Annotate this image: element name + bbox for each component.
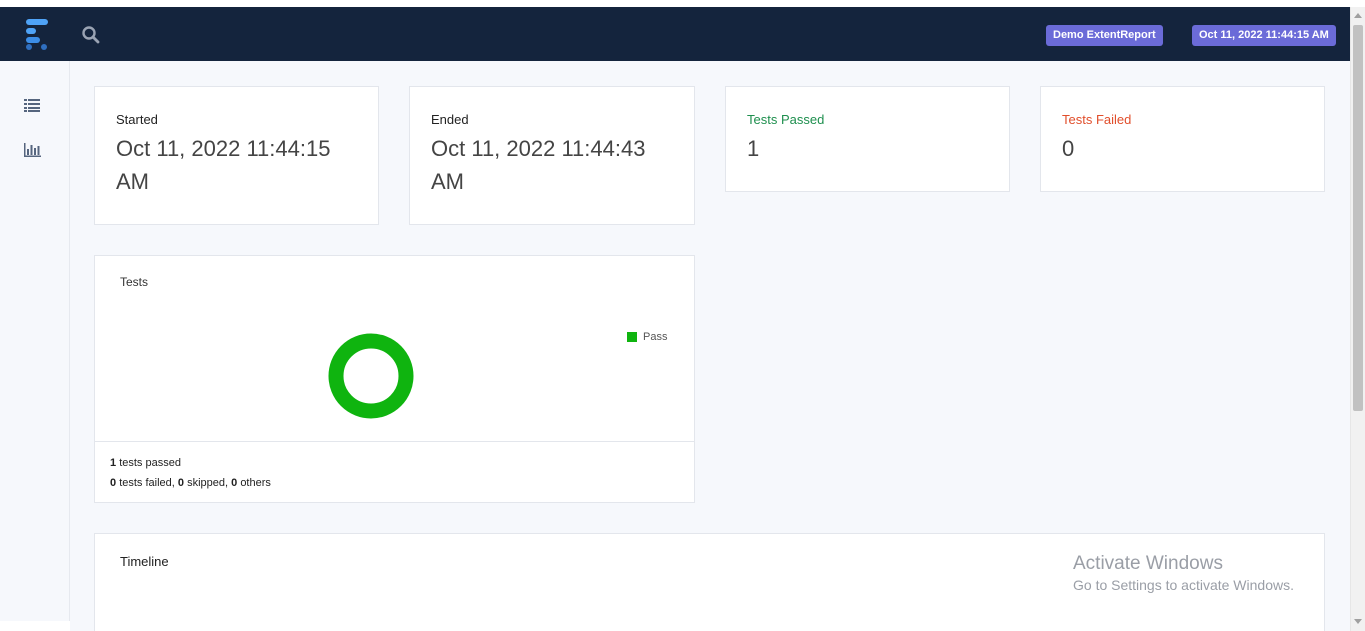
tests-failed-card: Tests Failed 0 bbox=[1040, 86, 1325, 192]
extent-logo-icon[interactable] bbox=[23, 16, 51, 50]
failed-count: 0 bbox=[110, 477, 117, 489]
ended-value: Oct 11, 2022 11:44:43 AM bbox=[431, 136, 646, 194]
skipped-count: 0 bbox=[177, 477, 185, 489]
tests-passed-value: 1 bbox=[747, 136, 760, 161]
report-name-badge: Demo ExtentReport bbox=[1046, 25, 1163, 46]
tests-passed-card: Tests Passed 1 bbox=[725, 86, 1010, 192]
watermark-title: Activate Windows bbox=[1073, 553, 1223, 574]
tests-chart-title: Tests bbox=[120, 275, 149, 289]
search-icon[interactable] bbox=[81, 25, 101, 45]
tests-passed-label: Tests Passed bbox=[747, 112, 825, 127]
others-text: others bbox=[240, 477, 271, 489]
timeline-title: Timeline bbox=[120, 554, 169, 569]
legend-swatch-pass bbox=[627, 332, 637, 342]
started-label: Started bbox=[116, 112, 158, 127]
ended-card: Ended Oct 11, 2022 11:44:43 AM bbox=[409, 86, 695, 225]
started-value: Oct 11, 2022 11:44:15 AM bbox=[116, 136, 331, 194]
legend-label-pass: Pass bbox=[643, 331, 668, 343]
failed-text: tests failed, bbox=[119, 477, 175, 489]
chart-legend-pass[interactable]: Pass bbox=[627, 331, 667, 343]
list-icon[interactable] bbox=[24, 98, 41, 112]
tests-chart-card: Tests Pass 1 tests passed 0 tests failed… bbox=[94, 255, 695, 503]
tests-failed-label: Tests Failed bbox=[1062, 112, 1132, 127]
donut-slice-pass[interactable] bbox=[328, 333, 414, 419]
scrollbar-thumb[interactable] bbox=[1353, 25, 1363, 411]
scroll-up-arrow-icon[interactable] bbox=[1354, 13, 1362, 18]
card-divider bbox=[95, 441, 694, 442]
window-top-strip bbox=[0, 0, 1365, 7]
ended-label: Ended bbox=[431, 112, 469, 127]
vertical-scrollbar[interactable] bbox=[1350, 7, 1365, 631]
dashboard-main: Started Oct 11, 2022 11:44:15 AM Ended O… bbox=[70, 61, 1350, 631]
others-count: 0 bbox=[231, 477, 238, 489]
bar-chart-icon[interactable] bbox=[24, 143, 41, 157]
scroll-down-arrow-icon[interactable] bbox=[1354, 619, 1362, 624]
report-date-badge: Oct 11, 2022 11:44:15 AM bbox=[1192, 25, 1336, 46]
started-card: Started Oct 11, 2022 11:44:15 AM bbox=[94, 86, 379, 225]
tests-other-summary: 0 tests failed, 0 skipped, 0 others bbox=[110, 477, 271, 489]
passed-text: tests passed bbox=[119, 457, 181, 469]
sidebar bbox=[0, 61, 70, 621]
activate-windows-watermark: Activate Windows Go to Settings to activ… bbox=[1073, 553, 1294, 593]
passed-count: 1 bbox=[110, 457, 117, 469]
tests-failed-value: 0 bbox=[1062, 136, 1075, 161]
watermark-subtitle: Go to Settings to activate Windows. bbox=[1073, 577, 1294, 593]
top-navbar: Demo ExtentReport Oct 11, 2022 11:44:15 … bbox=[0, 7, 1350, 61]
tests-passed-summary: 1 tests passed bbox=[110, 457, 181, 469]
skipped-text: skipped, bbox=[187, 477, 229, 489]
tests-donut-chart[interactable] bbox=[327, 332, 415, 420]
